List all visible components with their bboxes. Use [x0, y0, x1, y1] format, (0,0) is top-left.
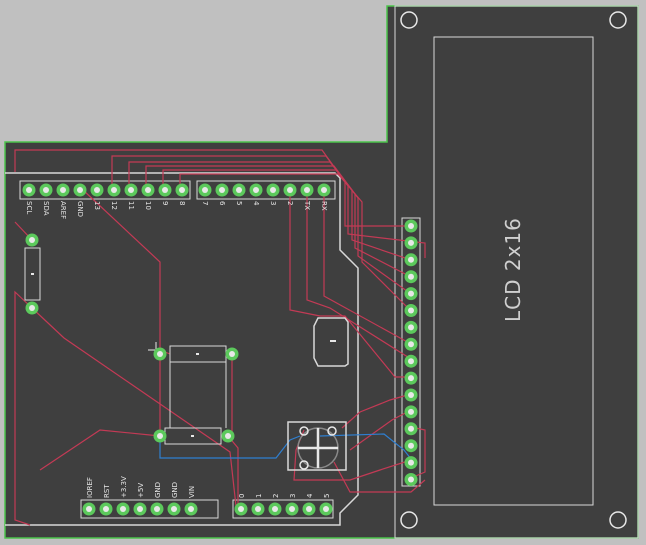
header-pad [90, 183, 104, 197]
header-pad [133, 502, 147, 516]
component-pad [25, 301, 39, 315]
pin-label: GND [76, 201, 84, 217]
header-pad [56, 183, 70, 197]
board-outline [4, 5, 639, 539]
header-pad [268, 502, 282, 516]
header-pad [124, 183, 138, 197]
header-pad [232, 183, 246, 197]
lcd-pin-pad [404, 304, 418, 317]
lcd-pin-pad [404, 388, 418, 402]
header-pad [249, 183, 263, 197]
lcd-label: LCD 2x16 [501, 217, 525, 322]
pin-label: 5 [235, 201, 243, 205]
header-pad [99, 502, 113, 516]
pin-label: 10 [144, 201, 152, 210]
header-pad [283, 183, 297, 197]
header-pad [285, 502, 299, 516]
lcd-pin-pad [404, 236, 418, 250]
header-pad [302, 502, 316, 516]
pin-label: 4 [306, 493, 314, 498]
lcd-pin-pad [404, 371, 418, 385]
header-pad [167, 502, 181, 516]
component-pad [221, 429, 235, 443]
pin-label: 3 [269, 201, 277, 205]
pcb-layout: LCD 2x16 SCL SDA AREF GND 13 12 11 10 9 … [4, 5, 639, 539]
header-pad [150, 502, 164, 516]
pin-label: 0 [238, 494, 246, 498]
pin-label: 7 [201, 201, 209, 205]
pin-label: SCL [25, 201, 33, 214]
header-pad [73, 183, 87, 197]
lcd-pin-pad [404, 456, 418, 470]
pin-label: AREF [59, 201, 67, 219]
pin-label: 12 [110, 201, 118, 210]
header-pad [266, 183, 280, 197]
lcd-pin-pad [404, 219, 418, 233]
lcd-pin-pad [404, 439, 418, 453]
pin-label: SDA [42, 201, 50, 216]
pin-label: 2 [286, 201, 294, 205]
header-pad [300, 183, 314, 197]
pin-label: RST [103, 484, 111, 498]
pin-label: 3 [289, 494, 297, 498]
lcd-pin-pad [404, 320, 418, 334]
header-pad [141, 183, 155, 197]
lcd-pin-pad [404, 337, 418, 351]
pin-label: 4 [252, 201, 260, 206]
pin-label: 9 [161, 201, 169, 205]
lcd-pin-pad [404, 270, 418, 284]
lcd-pin-pad [404, 287, 418, 301]
lcd-pin-pad [404, 422, 418, 436]
lcd-pin-pad [404, 473, 418, 486]
pin-label: 5 [323, 494, 331, 498]
header-pad [319, 502, 333, 516]
pin-label: 6 [218, 201, 226, 206]
component-pad [153, 429, 167, 443]
pin-label: IOREF [86, 477, 94, 498]
header-pad [215, 183, 229, 197]
pin-label: +3.3V [120, 476, 128, 498]
component-pad [225, 347, 239, 361]
pin-label: 2 [272, 494, 280, 498]
header-pad [39, 183, 53, 197]
pin-label: 13 [93, 201, 101, 210]
header-pad [198, 183, 212, 197]
pin-label: +5V [137, 483, 145, 498]
header-pad [184, 502, 198, 516]
header-pad [107, 183, 121, 197]
lcd-pin-pad [404, 405, 418, 419]
component-pad [153, 347, 167, 361]
component-pad [25, 233, 39, 247]
pin-label: 8 [178, 201, 186, 205]
pin-label: GND [154, 482, 162, 498]
lcd-pin-pad [404, 253, 418, 267]
header-pad [158, 183, 172, 197]
pin-label: TX [303, 200, 311, 210]
header-pad [82, 502, 96, 516]
pin-label: 1 [255, 494, 263, 498]
header-pad [22, 183, 36, 197]
header-pad [175, 183, 189, 197]
header-pad [116, 502, 130, 516]
pin-label: GND [171, 482, 179, 498]
pin-label: RX [320, 201, 328, 211]
pin-label: VIN [188, 486, 196, 498]
header-pad [251, 502, 265, 516]
header-pad [234, 502, 248, 516]
header-pad [317, 183, 331, 197]
pin-label: 11 [127, 201, 135, 210]
lcd-pin-pad [404, 354, 418, 368]
